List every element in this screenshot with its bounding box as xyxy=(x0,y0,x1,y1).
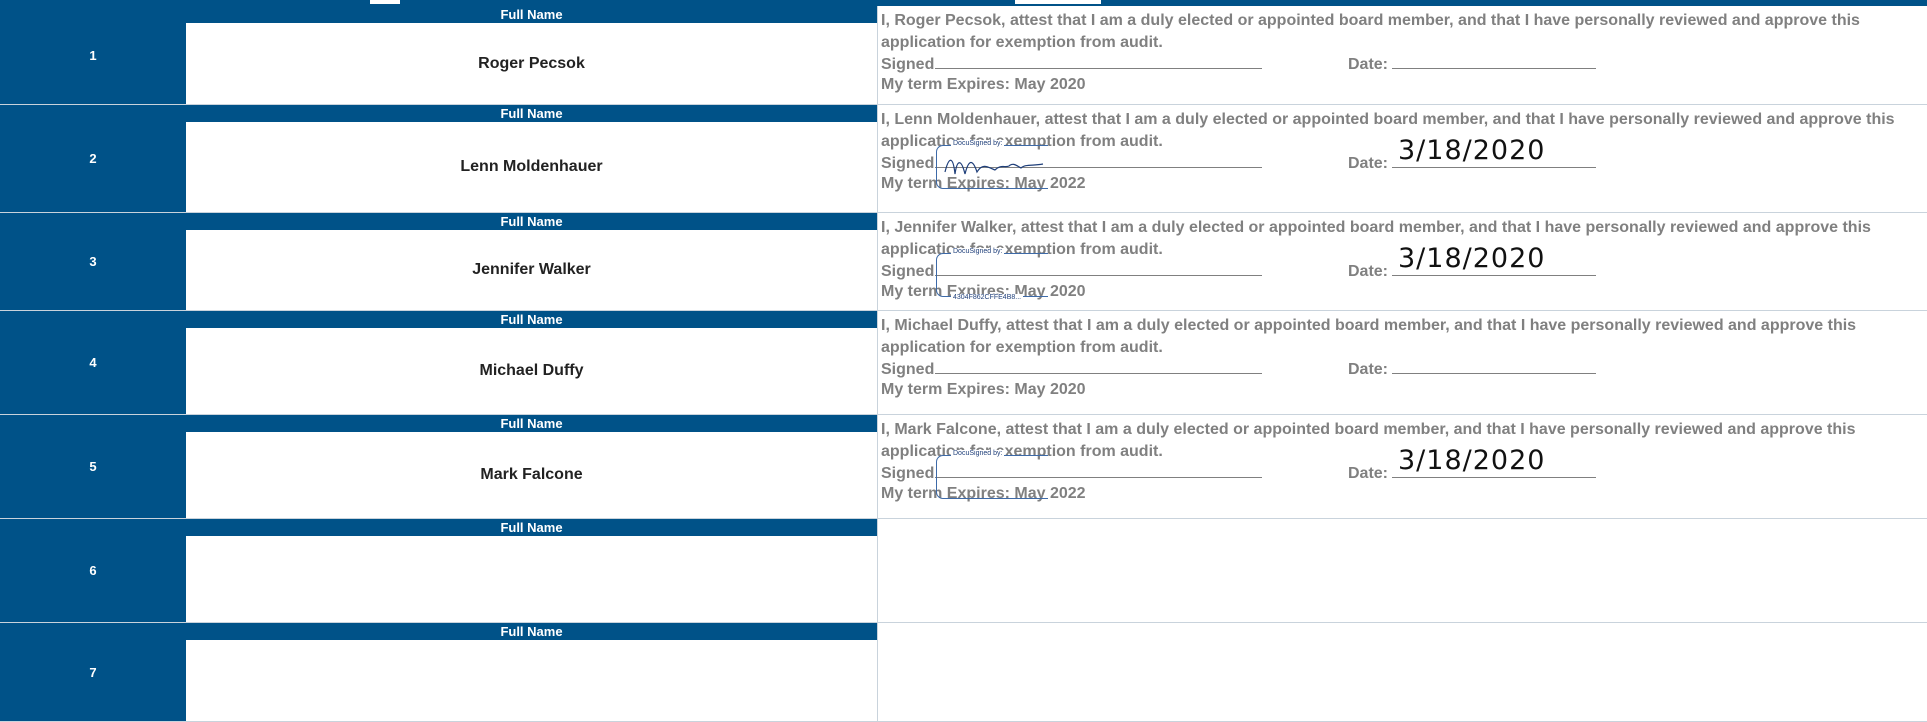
full-name-header: Full Name xyxy=(186,311,877,328)
docusign-signature-box[interactable]: DocuSigned by: 4304F862CFFE4B8... xyxy=(936,248,1048,301)
signature-scribble xyxy=(944,159,1044,175)
full-name-header: Full Name xyxy=(186,623,877,640)
date-label: Date: xyxy=(1348,56,1389,73)
attestation-cell xyxy=(877,623,1927,721)
name-cell: Full Name Mark Falcone xyxy=(186,415,877,518)
signature-scribble xyxy=(943,462,1047,496)
row-number: 3 xyxy=(0,213,186,310)
attestation-cell: I, Lenn Moldenhauer, attest that I am a … xyxy=(877,105,1927,212)
board-member-row: 1 Full Name Roger Pecsok I, Roger Pecsok, a… xyxy=(0,6,1927,105)
full-name-header: Full Name xyxy=(186,213,877,230)
board-member-row: 2 Full Name Lenn Moldenhauer I, Lenn Molden… xyxy=(0,105,1927,213)
row-number: 5 xyxy=(0,415,186,518)
row-number: 7 xyxy=(0,623,186,721)
board-member-row: 5 Full Name Mark Falcone I, Mark Falcone, a… xyxy=(0,415,1927,519)
full-name-header: Full Name xyxy=(186,6,877,23)
member-name[interactable]: Mark Falcone xyxy=(186,432,877,518)
attestation-cell: I, Jennifer Walker, attest that I am a d… xyxy=(877,213,1927,310)
name-cell: Full Name Jennifer Walker xyxy=(186,213,877,310)
board-member-row: 3 Full Name Jennifer Walker I, Jennifer Wal… xyxy=(0,213,1927,311)
name-cell: Full Name Lenn Moldenhauer xyxy=(186,105,877,212)
docusign-signature-box[interactable]: DocuSigned by: xyxy=(936,140,1048,189)
name-cell: Full Name xyxy=(186,519,877,622)
full-name-header: Full Name xyxy=(186,415,877,432)
board-member-table: 1 Full Name Roger Pecsok I, Roger Pecsok, a… xyxy=(0,6,1927,722)
signed-label: Signed xyxy=(881,155,935,172)
board-member-row: 4 Full Name Michael Duffy I, Michael Duffy,… xyxy=(0,311,1927,415)
row-number: 6 xyxy=(0,519,186,622)
attestation-text: I, Michael Duffy, attest that I am a dul… xyxy=(881,317,1857,356)
row-number: 4 xyxy=(0,311,186,414)
name-cell: Full Name xyxy=(186,623,877,721)
member-name[interactable]: Roger Pecsok xyxy=(186,23,877,104)
attestation-text: I, Roger Pecsok, attest that I am a duly… xyxy=(881,12,1860,51)
date-line: Date: xyxy=(1348,54,1597,74)
member-name[interactable]: Michael Duffy xyxy=(186,328,877,414)
full-name-header: Full Name xyxy=(186,519,877,536)
member-name[interactable]: Lenn Moldenhauer xyxy=(186,122,877,212)
board-member-row: 6 Full Name xyxy=(0,519,1927,623)
docusign-header: DocuSigned by: xyxy=(951,140,1005,147)
attestation-cell xyxy=(877,519,1927,622)
signed-date-value: 3/18/2020 xyxy=(1398,445,1546,476)
signed-label: Signed xyxy=(881,263,935,280)
signed-label: Signed xyxy=(881,465,935,482)
signed-label: Signed xyxy=(881,56,935,73)
date-label: Date: xyxy=(1348,263,1389,280)
date-label: Date: xyxy=(1348,465,1389,482)
header-fragment xyxy=(370,0,400,4)
header-fragment xyxy=(1015,0,1101,4)
member-name[interactable]: Jennifer Walker xyxy=(186,230,877,310)
name-cell: Full Name Michael Duffy xyxy=(186,311,877,414)
term-expiry: My term Expires: May 2020 xyxy=(881,381,1086,398)
row-number: 2 xyxy=(0,105,186,212)
date-line: Date: xyxy=(1348,359,1597,379)
member-name[interactable] xyxy=(186,536,877,622)
board-member-row: 7 Full Name xyxy=(0,623,1927,722)
row-number: 1 xyxy=(0,6,186,104)
signed-date-value: 3/18/2020 xyxy=(1398,135,1546,166)
date-label: Date: xyxy=(1348,155,1389,172)
docusign-signature-box[interactable]: DocuSigned by: xyxy=(936,450,1048,499)
member-name[interactable] xyxy=(186,640,877,721)
docusign-header: DocuSigned by: xyxy=(951,450,1005,457)
signed-line: Signed xyxy=(881,54,1263,74)
docusign-envelope-id: 4304F862CFFE4B8... xyxy=(951,294,1024,301)
date-label: Date: xyxy=(1348,361,1389,378)
term-expiry: My term Expires: May 2020 xyxy=(881,76,1086,93)
signature-scribble xyxy=(943,260,1047,294)
attestation-cell: I, Michael Duffy, attest that I am a dul… xyxy=(877,311,1927,414)
name-cell: Full Name Roger Pecsok xyxy=(186,6,877,104)
full-name-header: Full Name xyxy=(186,105,877,122)
signed-date-value: 3/18/2020 xyxy=(1398,243,1546,274)
attestation-cell: I, Roger Pecsok, attest that I am a duly… xyxy=(877,6,1927,104)
docusign-header: DocuSigned by: xyxy=(951,248,1005,255)
attestation-cell: I, Mark Falcone, attest that I am a duly… xyxy=(877,415,1927,518)
signed-line: Signed xyxy=(881,359,1263,379)
signed-label: Signed xyxy=(881,361,935,378)
